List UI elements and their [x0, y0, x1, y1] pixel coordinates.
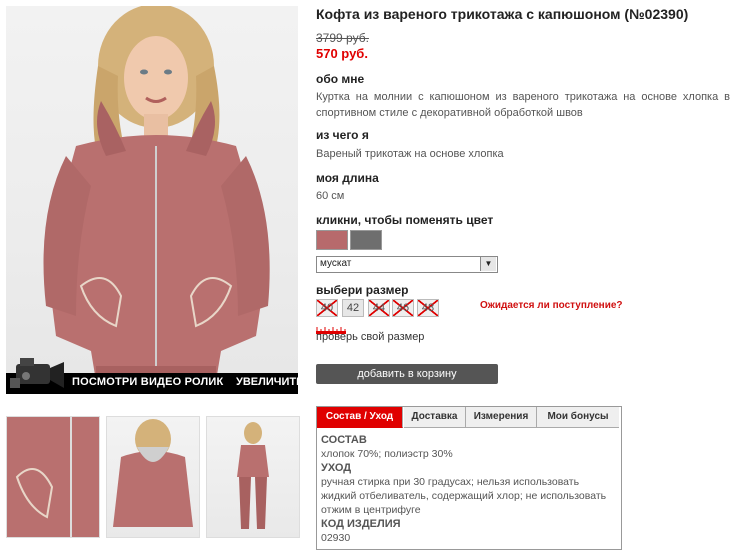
thumbnail-1[interactable] [6, 416, 100, 538]
ruler-icon[interactable] [316, 322, 346, 334]
about-text: Куртка на молнии с капюшоном из вареного… [316, 91, 730, 119]
about-heading: обо мне [316, 72, 365, 86]
color-swatch-muscat[interactable] [316, 230, 348, 250]
thumbnail-3[interactable] [206, 416, 300, 538]
material-text: Вареный трикотаж на основе хлопка [316, 148, 504, 160]
chevron-down-icon[interactable]: ▼ [480, 257, 496, 271]
tab-composition-care[interactable]: Состав / Уход [317, 407, 403, 428]
size-check-link[interactable]: проверь свой размер [316, 331, 424, 343]
tab-bonuses[interactable]: Мои бонусы [537, 407, 619, 428]
video-link[interactable]: ПОСМОТРИ ВИДЕО РОЛИК [72, 376, 223, 388]
color-select-value: мускат [320, 258, 352, 269]
thumbnail-2[interactable] [106, 416, 200, 538]
add-to-cart-button[interactable]: добавить в корзину [316, 364, 498, 384]
zoom-link[interactable]: УВЕЛИЧИТЬ [236, 376, 304, 388]
tab-delivery[interactable]: Доставка [404, 407, 466, 428]
size-option-44[interactable]: 44 [368, 299, 390, 317]
product-title: Кофта из вареного трикотажа с капюшоном … [316, 6, 689, 22]
size-option-40[interactable]: 40 [316, 299, 338, 317]
care-heading: УХОД [321, 462, 352, 474]
material-heading: из чего я [316, 128, 369, 142]
size-option-42[interactable]: 42 [342, 299, 364, 317]
length-heading: моя длина [316, 171, 379, 185]
product-main-image[interactable] [6, 6, 298, 394]
color-heading: кликни, чтобы поменять цвет [316, 213, 494, 227]
code-heading: КОД ИЗДЕЛИЯ [321, 518, 401, 530]
code-text: 02930 [321, 532, 351, 544]
notify-availability-link[interactable]: Ожидается ли поступление? [480, 300, 623, 311]
size-heading: выбери размер [316, 283, 409, 297]
color-swatch-gray[interactable] [350, 230, 382, 250]
composition-heading: СОСТАВ [321, 434, 367, 446]
tab-content: СОСТАВ хлопок 70%; полиэстр 30% УХОД руч… [321, 433, 613, 545]
old-price: 3799 руб. [316, 31, 369, 45]
care-text: ручная стирка при 30 градусах; нельзя ис… [321, 476, 607, 516]
size-option-46[interactable]: 46 [392, 299, 414, 317]
new-price: 570 руб. [316, 46, 368, 61]
video-camera-icon[interactable] [6, 350, 68, 394]
tab-measurements[interactable]: Измерения [466, 407, 537, 428]
size-option-48[interactable]: 48 [417, 299, 439, 317]
composition-text: хлопок 70%; полиэстр 30% [321, 448, 453, 460]
length-text: 60 см [316, 190, 345, 202]
